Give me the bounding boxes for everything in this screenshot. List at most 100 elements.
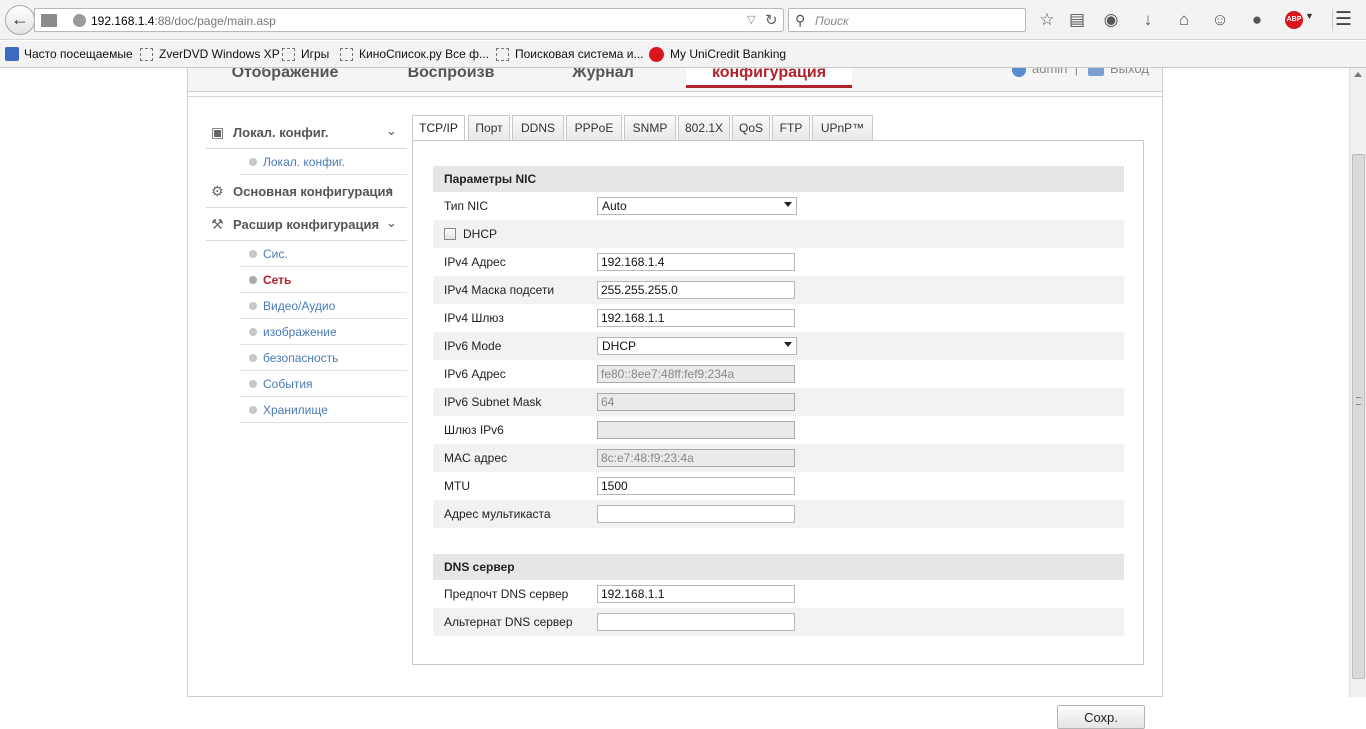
dhcp-checkbox[interactable] bbox=[444, 228, 456, 240]
mtu-row: MTU 1500 bbox=[433, 472, 1124, 500]
logout-icon bbox=[1088, 68, 1104, 76]
save-button[interactable]: Сохр. bbox=[1057, 705, 1145, 729]
nav-tab-log[interactable]: Журнал bbox=[520, 68, 686, 88]
tab-snmp[interactable]: SNMP bbox=[624, 115, 676, 140]
tab-ftp[interactable]: FTP bbox=[772, 115, 810, 140]
folder-icon bbox=[140, 48, 153, 61]
bookmark-item[interactable]: КиноСписок.ру Все ф... bbox=[359, 47, 489, 61]
sidebar-item-security[interactable]: безопасность bbox=[240, 345, 407, 371]
bookmark-item[interactable]: Часто посещаемые bbox=[24, 47, 133, 61]
select-value: DHCP bbox=[602, 339, 637, 353]
mtu-input[interactable]: 1500 bbox=[597, 477, 795, 495]
sidebar-item-local-config[interactable]: Локал. конфиг. bbox=[240, 149, 407, 175]
tab-upnp[interactable]: UPnP™ bbox=[812, 115, 873, 140]
home-icon[interactable]: ⌂ bbox=[1173, 9, 1195, 31]
bookmark-item[interactable]: Игры bbox=[301, 47, 329, 61]
dns-alternate-input[interactable] bbox=[597, 613, 795, 631]
page-icon bbox=[41, 14, 57, 27]
reload-icon[interactable]: ↻ bbox=[765, 11, 778, 29]
dropdown-arrow-icon bbox=[784, 202, 792, 207]
sidebar-item-events[interactable]: События bbox=[240, 371, 407, 397]
bullet-icon bbox=[249, 380, 257, 388]
monitor-icon: ▣ bbox=[211, 124, 225, 140]
sync-icon[interactable]: ● bbox=[1246, 9, 1268, 31]
dhcp-row: DHCP bbox=[433, 220, 1124, 248]
sidebar-item-label: Локал. конфиг. bbox=[263, 155, 345, 169]
sidebar-section-label: Локал. конфиг. bbox=[233, 125, 329, 140]
sidebar-item-system[interactable]: Сис. bbox=[240, 241, 407, 267]
tab-port[interactable]: Порт bbox=[468, 115, 510, 140]
mac-address-row: MAC адрес 8c:e7:48:f9:23:4a bbox=[433, 444, 1124, 472]
top-navigation: Отображение Воспроизв Журнал конфигураци… bbox=[188, 68, 1162, 92]
wrench-icon: ⚒ bbox=[211, 216, 224, 232]
menu-icon[interactable]: ☰ bbox=[1332, 9, 1354, 31]
scrollbar-thumb[interactable] bbox=[1352, 154, 1365, 679]
ipv4-mask-input[interactable]: 255.255.255.0 bbox=[597, 281, 795, 299]
ipv4-gateway-input[interactable]: 192.168.1.1 bbox=[597, 309, 795, 327]
sidebar-item-image[interactable]: изображение bbox=[240, 319, 407, 345]
reading-list-icon[interactable]: ▤ bbox=[1066, 9, 1088, 31]
search-icon: ⚲ bbox=[795, 12, 806, 28]
ipv4-address-row: IPv4 Адрес 192.168.1.4 bbox=[433, 248, 1124, 276]
sidebar-section-local[interactable]: ▣ Локал. конфиг. ⌄ bbox=[206, 116, 407, 149]
adblock-dropdown-icon[interactable]: ▼ bbox=[1305, 11, 1314, 21]
nav-tab-live-view[interactable]: Отображение bbox=[202, 68, 368, 88]
sidebar-item-label: изображение bbox=[263, 325, 337, 339]
bullet-icon bbox=[249, 328, 257, 336]
tab-qos[interactable]: QoS bbox=[732, 115, 770, 140]
bookmark-item[interactable]: ZverDVD Windows XP bbox=[159, 47, 280, 61]
chat-icon[interactable]: ☺ bbox=[1209, 9, 1231, 31]
chevron-down-icon: ⌄ bbox=[386, 215, 397, 230]
sidebar-section-label: Расшир конфигурация bbox=[233, 217, 380, 232]
field-label: MTU bbox=[444, 479, 470, 493]
sidebar-section-advanced[interactable]: ⚒ Расшир конфигурация ⌄ bbox=[206, 208, 407, 241]
tab-tcpip[interactable]: TCP/IP bbox=[412, 115, 465, 142]
search-placeholder: Поиск bbox=[815, 14, 849, 28]
url-dropdown-icon[interactable]: ▽ bbox=[747, 13, 755, 26]
nic-section-header: Параметры NIC bbox=[433, 166, 1124, 192]
search-input[interactable]: ⚲ Поиск bbox=[788, 8, 1026, 32]
bookmark-item[interactable]: Поисковая система и... bbox=[515, 47, 644, 61]
multicast-row: Адрес мультикаста bbox=[433, 500, 1124, 528]
gear-icon: ⚙ bbox=[211, 183, 224, 199]
nav-tab-playback[interactable]: Воспроизв bbox=[368, 68, 534, 88]
folder-icon bbox=[496, 48, 509, 61]
field-label: IPv6 Адрес bbox=[444, 367, 506, 381]
bullet-icon bbox=[249, 158, 257, 166]
sidebar-item-video-audio[interactable]: Видео/Аудио bbox=[240, 293, 407, 319]
field-label: DHCP bbox=[463, 227, 498, 241]
nic-type-select[interactable]: Auto bbox=[597, 197, 797, 215]
dns-alternate-row: Альтернат DNS сервер bbox=[433, 608, 1124, 636]
address-bar[interactable]: 192.168.1.4:88/doc/page/main.asp ▽ ↻ bbox=[34, 8, 784, 32]
ipv6-mode-select[interactable]: DHCP bbox=[597, 337, 797, 355]
user-icon bbox=[1012, 68, 1026, 77]
logout-button[interactable]: Выход bbox=[1088, 68, 1149, 76]
bookmarks-bar: Часто посещаемые ZverDVD Windows XP Игры… bbox=[0, 41, 1366, 68]
tab-ddns[interactable]: DDNS bbox=[512, 115, 564, 140]
sidebar-item-storage[interactable]: Хранилище bbox=[240, 397, 407, 423]
select-value: Auto bbox=[602, 199, 627, 213]
config-area: ▣ Локал. конфиг. ⌄ Локал. конфиг. ⚙ Осно… bbox=[188, 96, 1162, 729]
multicast-input[interactable] bbox=[597, 505, 795, 523]
sidebar-item-network[interactable]: Сеть bbox=[240, 267, 407, 293]
sidebar-section-basic[interactable]: ⚙ Основная конфигурация › bbox=[206, 175, 407, 208]
tab-pppoe[interactable]: PPPoE bbox=[566, 115, 622, 140]
scroll-up-icon[interactable] bbox=[1354, 72, 1362, 77]
config-sidebar: ▣ Локал. конфиг. ⌄ Локал. конфиг. ⚙ Осно… bbox=[206, 116, 407, 423]
field-label: Альтернат DNS сервер bbox=[444, 615, 573, 629]
back-button[interactable]: ← bbox=[5, 5, 35, 35]
vertical-scrollbar[interactable] bbox=[1349, 68, 1366, 697]
field-label: IPv4 Маска подсети bbox=[444, 283, 555, 297]
star-icon[interactable]: ☆ bbox=[1036, 9, 1058, 31]
dns-preferred-input[interactable]: 192.168.1.1 bbox=[597, 585, 795, 603]
download-icon[interactable]: ↓ bbox=[1137, 9, 1159, 31]
dns-preferred-row: Предпочт DNS сервер 192.168.1.1 bbox=[433, 580, 1124, 608]
ipv4-address-input[interactable]: 192.168.1.4 bbox=[597, 253, 795, 271]
pocket-icon[interactable]: ◉ bbox=[1100, 9, 1122, 31]
page-frame: Отображение Воспроизв Журнал конфигураци… bbox=[187, 68, 1163, 729]
adblock-icon[interactable]: ABP bbox=[1285, 11, 1303, 29]
ipv6-mask-input: 64 bbox=[597, 393, 795, 411]
bookmark-item[interactable]: My UniCredit Banking bbox=[670, 47, 786, 61]
nav-tab-configuration[interactable]: конфигурация bbox=[686, 68, 852, 88]
tab-8021x[interactable]: 802.1X bbox=[678, 115, 730, 140]
